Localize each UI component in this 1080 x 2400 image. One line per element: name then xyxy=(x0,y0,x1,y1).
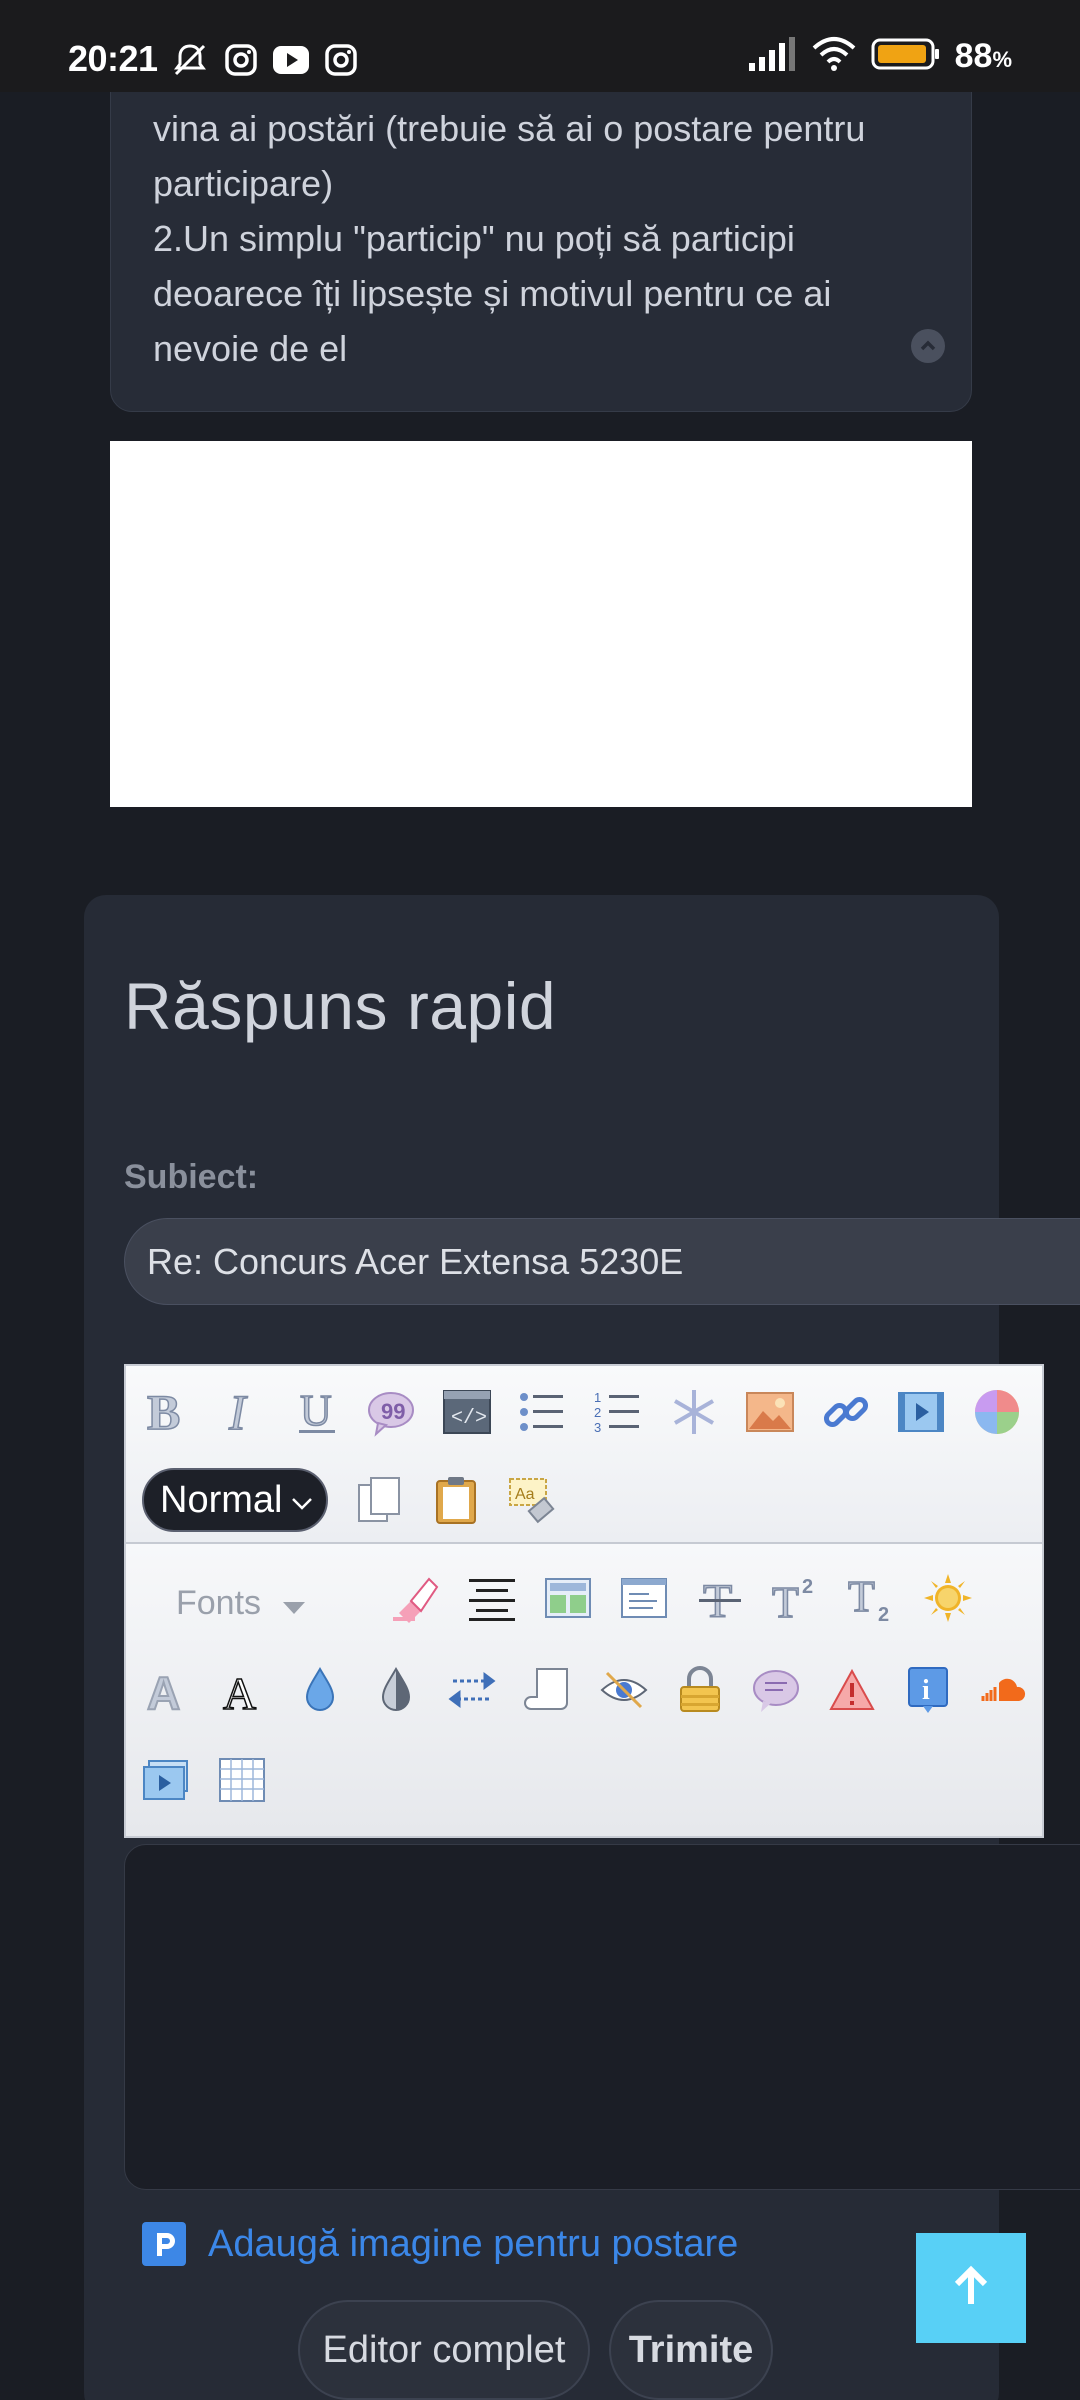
fonts-dropdown[interactable]: Fonts xyxy=(176,1584,306,1623)
swap-arrows-icon[interactable] xyxy=(444,1662,500,1718)
system-icons: 88% xyxy=(747,36,1012,77)
svg-text:99: 99 xyxy=(381,1399,405,1424)
image-icon[interactable] xyxy=(742,1384,798,1440)
chevron-down-icon xyxy=(290,1479,314,1522)
post-line: nevoie de el xyxy=(153,328,348,369)
post-line: vina ai postări (trebuie să ai o postare… xyxy=(153,108,866,149)
youtube-icon xyxy=(272,45,310,75)
message-textarea[interactable] xyxy=(124,1844,1080,2190)
svg-text:Aa: Aa xyxy=(515,1486,535,1503)
ad-banner[interactable] xyxy=(110,441,972,807)
bullet-list-icon[interactable] xyxy=(514,1384,570,1440)
italic-icon[interactable]: I xyxy=(214,1384,270,1440)
svg-text:T: T xyxy=(848,1573,875,1621)
lock-icon[interactable] xyxy=(672,1662,728,1718)
post-line: participare) xyxy=(153,163,334,204)
info-icon[interactable]: i xyxy=(900,1662,956,1718)
text-outline-icon[interactable]: A xyxy=(216,1662,272,1718)
svg-text:</>: </> xyxy=(451,1407,487,1430)
svg-text:I: I xyxy=(228,1387,248,1437)
svg-text:B: B xyxy=(147,1387,180,1437)
svg-text:1: 1 xyxy=(594,1390,601,1405)
paste-icon[interactable] xyxy=(428,1472,484,1528)
color-wheel-icon[interactable] xyxy=(969,1384,1025,1440)
add-image-link[interactable]: Adaugă imagine pentru postare xyxy=(142,2222,738,2266)
asterisk-icon[interactable] xyxy=(666,1384,722,1440)
soundcloud-icon[interactable] xyxy=(976,1662,1032,1718)
postimage-icon xyxy=(142,2222,186,2266)
full-editor-button[interactable]: Editor complet xyxy=(298,2300,590,2400)
instagram-icon xyxy=(224,43,258,77)
subject-label: Subiect: xyxy=(124,1158,259,1196)
subject-input[interactable]: Re: Concurs Acer Extensa 5230E xyxy=(124,1218,1080,1305)
mute-bell-icon xyxy=(170,40,210,80)
quote-icon[interactable]: 99 xyxy=(363,1384,419,1440)
send-button[interactable]: Trimite xyxy=(609,2300,773,2400)
numbered-list-icon[interactable]: 123 xyxy=(590,1384,646,1440)
add-image-label: Adaugă imagine pentru postare xyxy=(208,2222,739,2265)
scroll-to-top-button[interactable] xyxy=(916,2233,1026,2343)
wifi-icon xyxy=(811,36,857,77)
battery-percent: 88% xyxy=(954,37,1012,75)
toolbar-row-1: B I U 99 </> 123 Normal Aa xyxy=(126,1366,1042,1544)
svg-text:i: i xyxy=(922,1675,930,1706)
table-icon[interactable] xyxy=(214,1752,270,1808)
svg-text:U: U xyxy=(300,1387,332,1435)
template-icon[interactable] xyxy=(616,1570,672,1626)
bold-icon[interactable]: B xyxy=(138,1384,194,1440)
link-icon[interactable] xyxy=(818,1384,874,1440)
video-icon[interactable] xyxy=(893,1384,949,1440)
svg-text:A: A xyxy=(223,1668,256,1715)
code-icon[interactable]: </> xyxy=(439,1384,495,1440)
battery-icon xyxy=(871,37,941,76)
contrast-drop-icon[interactable] xyxy=(368,1662,424,1718)
quick-reply-title: Răspuns rapid xyxy=(124,969,557,1043)
notification-icons xyxy=(170,40,358,80)
sun-icon[interactable] xyxy=(920,1570,976,1626)
table-layout-icon[interactable] xyxy=(540,1570,596,1626)
svg-text:A: A xyxy=(147,1667,180,1715)
format-select[interactable]: Normal xyxy=(142,1468,328,1532)
fonts-dropdown-label: Fonts xyxy=(176,1584,262,1622)
arrow-up-icon xyxy=(951,2264,991,2313)
hidden-eye-icon[interactable] xyxy=(596,1662,652,1718)
svg-text:2: 2 xyxy=(802,1576,813,1598)
svg-text:T: T xyxy=(772,1578,799,1623)
signal-icon xyxy=(747,37,797,76)
svg-text:3: 3 xyxy=(594,1420,601,1435)
water-drop-icon[interactable] xyxy=(292,1662,348,1718)
warning-icon[interactable] xyxy=(824,1662,880,1718)
superscript-icon[interactable]: T2 xyxy=(767,1570,823,1626)
text-shadow-icon[interactable]: A xyxy=(140,1662,196,1718)
highlight-icon[interactable] xyxy=(388,1570,444,1626)
post-line: 2.Un simplu "particip" nu poți să partic… xyxy=(153,218,795,259)
align-center-icon[interactable] xyxy=(464,1570,520,1626)
strikethrough-icon[interactable]: T xyxy=(692,1570,748,1626)
instagram-icon xyxy=(324,43,358,77)
format-select-value: Normal xyxy=(160,1478,283,1521)
scroll-icon[interactable] xyxy=(520,1662,576,1718)
editor-toolbar: B I U 99 </> 123 Normal Aa Fonts T T 2 T… xyxy=(124,1364,1044,1838)
underline-icon[interactable]: U xyxy=(289,1384,345,1440)
post-text: vina ai postări (trebuie să ai o postare… xyxy=(153,101,933,376)
toolbar-row-2: Fonts T T2 T2 A A i xyxy=(126,1544,1042,1836)
copy-icon[interactable] xyxy=(352,1472,408,1528)
svg-text:2: 2 xyxy=(878,1604,889,1623)
collapse-icon[interactable] xyxy=(911,329,945,363)
post-line: deoarece îți lipsește și motivul pentru … xyxy=(153,273,832,314)
remove-format-icon[interactable]: Aa xyxy=(504,1472,560,1528)
subscript-icon[interactable]: T2 xyxy=(843,1570,899,1626)
caret-down-icon xyxy=(283,1584,306,1623)
svg-text:2: 2 xyxy=(594,1405,601,1420)
status-time: 20:21 xyxy=(68,38,158,79)
status-bar: 20:21 88% xyxy=(0,0,1080,92)
media-gallery-icon[interactable] xyxy=(138,1752,194,1808)
comment-icon[interactable] xyxy=(748,1662,804,1718)
